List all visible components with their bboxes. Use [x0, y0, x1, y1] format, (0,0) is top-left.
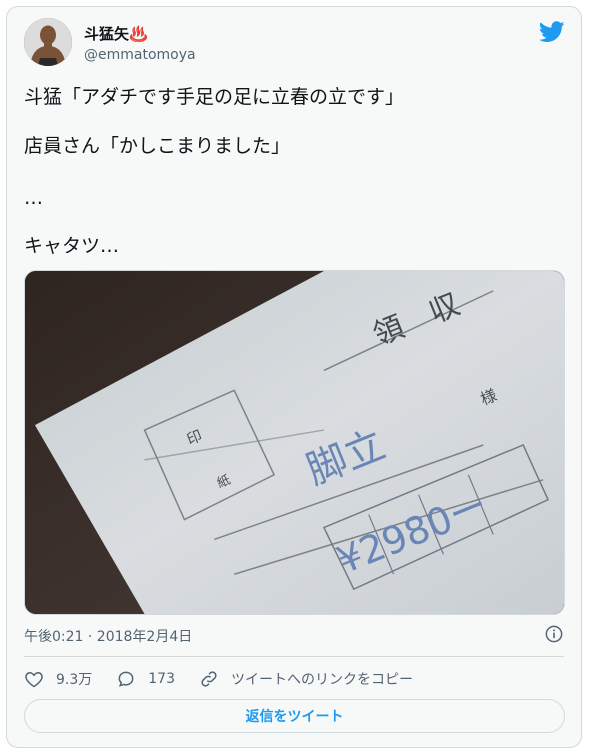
tweet-text-line-3: …	[24, 187, 43, 209]
copy-link-label: ツイートへのリンクをコピー	[231, 672, 413, 688]
link-icon	[201, 671, 217, 687]
like-button[interactable]: 9.3万	[24, 669, 92, 689]
reply-tweet-button[interactable]: 返信をツイート	[24, 699, 565, 733]
action-bar: 9.3万 173 ツイートへのリンクをコピー	[24, 667, 437, 691]
copy-link-button[interactable]: ツイートへのリンクをコピー	[199, 669, 413, 689]
avatar[interactable]	[24, 18, 72, 66]
divider	[24, 656, 564, 657]
user-handle[interactable]: @emmatomoya	[84, 47, 196, 63]
reply-count: 173	[148, 671, 175, 687]
reply-count-button[interactable]: 173	[116, 669, 175, 689]
tweet-text-line-1: 斗猛「アダチです手足の足に立春の立です」	[24, 86, 405, 108]
display-name[interactable]: 斗猛矢♨️	[84, 23, 148, 44]
tweet-card: 斗猛矢♨️ @emmatomoya 斗猛「アダチです手足の足に立春の立です」 店…	[6, 6, 582, 748]
heart-icon	[25, 671, 43, 688]
like-count: 9.3万	[56, 672, 93, 688]
tweet-text-line-4: キャタツ…	[24, 235, 120, 257]
tweet-timestamp[interactable]: 午後0:21 · 2018年2月4日	[24, 626, 192, 646]
info-icon[interactable]	[545, 625, 563, 643]
tweet-text-line-2: 店員さん「かしこまりました」	[24, 135, 291, 157]
tweet-photo[interactable]: 領 収 印 紙 様 脚立 ¥2980ー	[24, 270, 565, 615]
twitter-bird-icon[interactable]	[539, 21, 565, 43]
speech-bubble-icon	[118, 671, 134, 687]
